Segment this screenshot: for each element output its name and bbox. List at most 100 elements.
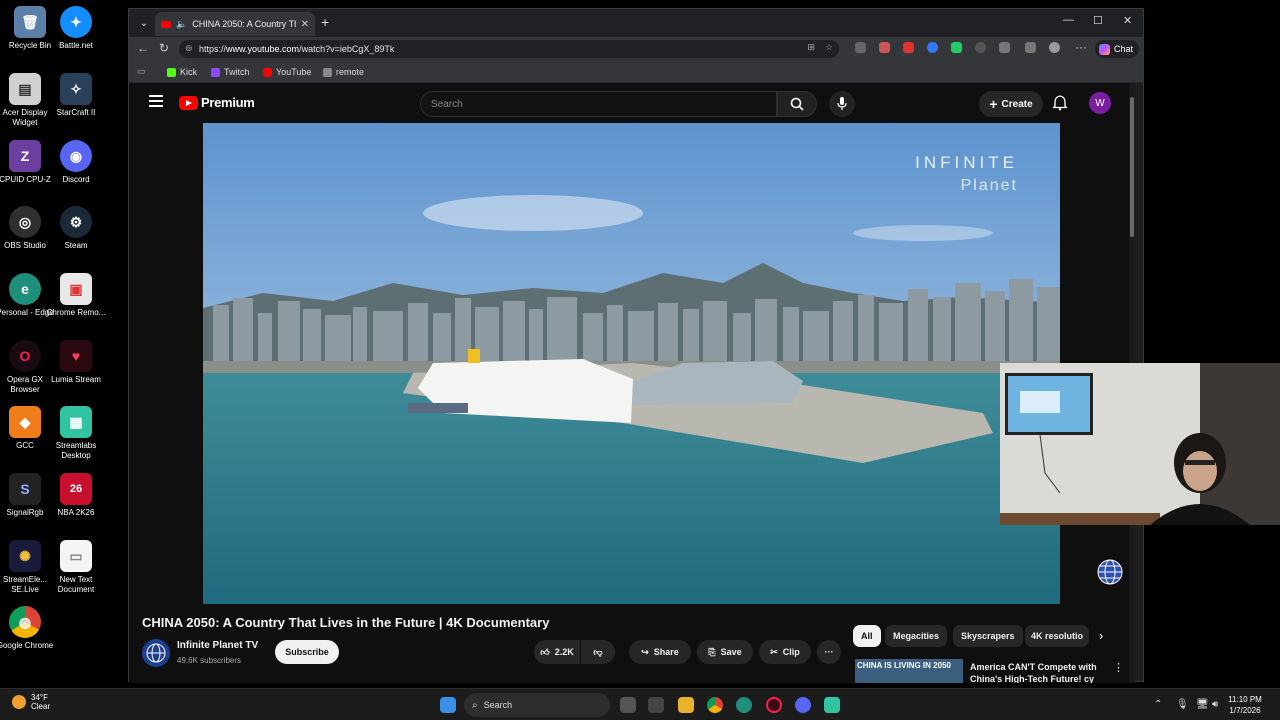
weather-widget[interactable]: 34°F Clear (12, 693, 50, 711)
reload-icon[interactable]: ↻ (159, 41, 169, 55)
save-button[interactable]: ⎘ Save (697, 640, 753, 664)
account-avatar[interactable]: W (1089, 92, 1111, 114)
file-explorer-icon[interactable] (678, 697, 694, 713)
system-clock[interactable]: 11:10 PM 1/7/2026 (1220, 694, 1270, 716)
search-input[interactable]: Search (420, 91, 777, 117)
recommended-thumbnail[interactable]: CHINA IS LIVING IN 2050 (855, 659, 963, 683)
chip-all[interactable]: All (853, 625, 881, 647)
nba2k26-icon[interactable]: 26 NBA 2K26 (46, 473, 106, 518)
streamlabs-icon[interactable]: ▦ Streamlabs Desktop (46, 406, 106, 461)
channel-globe-icon (146, 643, 166, 663)
subscribe-button[interactable]: Subscribe (275, 640, 339, 664)
microphone-tray-icon[interactable]: 🎙︎ (1176, 699, 1189, 710)
share-button[interactable]: ↪ Share (629, 640, 691, 664)
lumia-stream-icon[interactable]: ♥ Lumia Stream (46, 340, 106, 385)
desktop-icon-label: Battle.net (59, 41, 93, 50)
bookmark-youtube[interactable]: YouTube (263, 67, 311, 77)
clock-time: 11:10 PM (1228, 695, 1262, 704)
recommended-video-title[interactable]: America CAN'T Compete with China's High-… (970, 661, 1100, 683)
hamburger-menu-icon[interactable] (149, 95, 163, 110)
weather-moon-icon (12, 695, 26, 709)
chrome-remote-icon[interactable]: ▣ Chrome Remo... (46, 273, 106, 318)
extension-icon[interactable] (903, 42, 914, 53)
site-info-icon[interactable]: ⊜ (185, 43, 193, 54)
minimize-icon[interactable]: — (1063, 14, 1074, 26)
youtube-favicon-icon (161, 20, 171, 28)
chips-next-chevron-icon[interactable]: › (1099, 628, 1103, 643)
taskbar-search[interactable]: ⌕ Search (464, 693, 610, 717)
more-menu-icon[interactable]: ··· (1075, 40, 1087, 54)
widgets-icon[interactable] (648, 697, 664, 713)
tab-youtube-video[interactable]: 🔈 CHINA 2050: A Country That L ✕ (155, 12, 315, 36)
volume-icon[interactable]: 🔊︎ (1212, 699, 1218, 710)
bookmark-twitch[interactable]: Twitch (211, 67, 250, 77)
extension-icon[interactable] (855, 42, 866, 53)
bookmark-label: remote (336, 67, 365, 77)
streamlabs-taskbar-icon[interactable] (824, 697, 840, 713)
chip-4k-resolution[interactable]: 4K resolutio (1025, 625, 1089, 647)
speaker-icon[interactable]: 🔈 (176, 19, 187, 30)
discord-icon[interactable]: ◉ Discord (46, 140, 106, 185)
youtube-premium-logo[interactable]: Premium (179, 95, 255, 110)
close-window-icon[interactable]: ✕ (1123, 14, 1132, 27)
network-icon[interactable]: 🖥︎ (1196, 699, 1209, 710)
tab-search-chevron-icon[interactable]: ⌄ (133, 13, 155, 33)
thumbs-down-icon: 👎︎ (593, 646, 603, 657)
maximize-icon[interactable]: ☐ (1093, 14, 1103, 27)
notifications-bell-icon[interactable] (1051, 95, 1069, 116)
subscriber-count: 49.6K subscribers (177, 656, 242, 665)
share-label: Share (653, 647, 679, 657)
new-text-document-icon[interactable]: ▭ New Text Document (46, 540, 106, 595)
recommended-more-icon[interactable]: ⋮ (1113, 661, 1124, 674)
dislike-button[interactable]: 👎︎ (581, 640, 615, 664)
back-icon[interactable]: ← (137, 41, 149, 55)
create-button[interactable]: + Create (979, 91, 1043, 117)
battlenet-icon[interactable]: ✦ Battle.net (46, 6, 106, 51)
like-button[interactable]: 👍︎ 2.2K (534, 640, 580, 664)
google-chrome-icon[interactable]: ◍ Google Chrome (0, 606, 55, 651)
edge-taskbar-icon[interactable] (736, 697, 752, 713)
more-actions-icon[interactable]: ··· (817, 640, 841, 664)
opera-gx-taskbar-icon[interactable] (766, 697, 782, 713)
video-player[interactable]: INFINITE Planet (203, 123, 1060, 604)
refresh-extension-icon[interactable] (975, 42, 986, 53)
discord-taskbar-icon[interactable] (795, 697, 811, 713)
task-view-icon[interactable] (620, 697, 636, 713)
scrollbar-thumb[interactable] (1130, 97, 1134, 237)
extension-icon[interactable] (879, 42, 890, 53)
remote-icon (323, 67, 332, 77)
channel-avatar[interactable] (142, 639, 170, 667)
translate-globe-icon[interactable] (1097, 559, 1123, 585)
close-tab-icon[interactable]: ✕ (301, 19, 309, 30)
voice-search-button[interactable] (829, 91, 855, 117)
favorites-icon[interactable] (1025, 42, 1036, 53)
extension-icon[interactable] (927, 42, 938, 53)
extensions-puzzle-icon[interactable] (999, 42, 1010, 53)
chrome-taskbar-icon[interactable] (707, 697, 723, 713)
chip-skyscrapers[interactable]: Skyscrapers (953, 625, 1023, 647)
tray-overflow-chevron-icon[interactable]: ⌃ (1154, 699, 1162, 710)
channel-name[interactable]: Infinite Planet TV (177, 640, 258, 651)
extension-icon[interactable] (951, 42, 962, 53)
starcraft-icon[interactable]: ✧ StarCraft II (46, 73, 106, 118)
desktop-icon-label: OBS Studio (4, 241, 46, 250)
windows-start-icon[interactable] (440, 697, 456, 713)
steam-icon[interactable]: ⚙ Steam (46, 206, 106, 251)
bookmark-remote[interactable]: remote (323, 67, 364, 77)
url-prefix: https:// (199, 44, 227, 54)
profile-avatar-icon[interactable] (1049, 42, 1060, 53)
new-tab-icon[interactable]: + (321, 14, 329, 30)
address-bar[interactable]: ⊜ https://www.youtube.com/watch?v=iebCgX… (179, 40, 839, 58)
desktop-icon-label: Chrome Remo... (46, 308, 106, 317)
favorite-star-icon[interactable]: ☆ (825, 42, 833, 53)
copilot-chat-button[interactable]: Chat (1095, 40, 1139, 58)
chip-megacities[interactable]: Megacities (885, 625, 948, 647)
sidebar-toggle-icon[interactable]: ▭ (137, 66, 146, 77)
thumbs-up-icon: 👍︎ (540, 646, 550, 657)
bookmark-kick[interactable]: Kick (167, 67, 197, 77)
clip-button[interactable]: ✂ Clip (759, 640, 811, 664)
split-screen-icon[interactable]: ⊞ (807, 42, 815, 53)
youtube-logo-icon (179, 95, 198, 110)
search-button[interactable] (777, 91, 817, 117)
desktop-icon-label: Opera GX Browser (6, 375, 43, 394)
